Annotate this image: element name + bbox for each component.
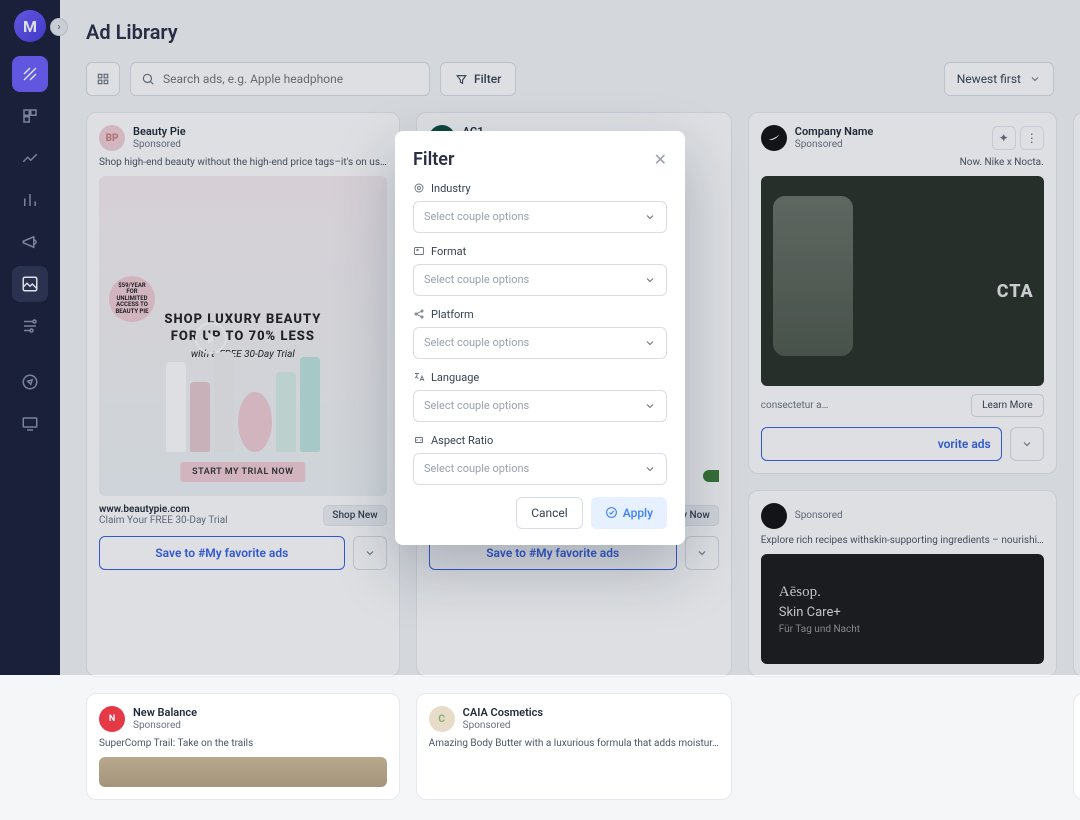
field-label: Platform: [413, 308, 667, 321]
brand-avatar: C: [429, 706, 455, 732]
apply-button[interactable]: Apply: [591, 497, 667, 529]
target-icon: [413, 182, 425, 194]
language-icon: [413, 371, 425, 383]
ad-creative[interactable]: [99, 757, 387, 787]
ad-caption: Amazing Body Butter with a luxurious for…: [429, 738, 719, 749]
ad-card: C Cartier Sponsored At Cartier, everythi…: [1073, 693, 1080, 800]
platform-select[interactable]: Select couple options: [413, 327, 667, 359]
field-label: Format: [413, 245, 667, 258]
aspect-icon: [413, 434, 425, 446]
modal-title: Filter: [413, 149, 454, 170]
field-label: Industry: [413, 182, 667, 195]
brand-name: New Balance: [133, 706, 197, 719]
share-icon: [413, 308, 425, 320]
sponsored-label: Sponsored: [463, 720, 543, 732]
check-circle-icon: [605, 506, 618, 519]
close-button[interactable]: ✕: [654, 150, 667, 169]
aspect-select[interactable]: Select couple options: [413, 453, 667, 485]
language-select[interactable]: Select couple options: [413, 390, 667, 422]
brand-avatar: N: [99, 706, 125, 732]
ad-caption: SuperComp Trail: Take on the trails: [99, 738, 387, 749]
ad-card: C CAIA Cosmetics Sponsored Amazing Body …: [416, 693, 732, 800]
cancel-button[interactable]: Cancel: [516, 497, 583, 529]
chevron-down-icon: [644, 274, 656, 286]
field-label: Language: [413, 371, 667, 384]
ad-card: N New Balance Sponsored SuperComp Trail:…: [86, 693, 400, 800]
filter-modal: Filter ✕ Industry Select couple options …: [395, 131, 685, 545]
brand-name: CAIA Cosmetics: [463, 706, 543, 719]
chevron-down-icon: [644, 211, 656, 223]
format-select[interactable]: Select couple options: [413, 264, 667, 296]
chevron-down-icon: [644, 337, 656, 349]
industry-select[interactable]: Select couple options: [413, 201, 667, 233]
chevron-down-icon: [644, 463, 656, 475]
sponsored-label: Sponsored: [133, 720, 197, 732]
field-label: Aspect Ratio: [413, 434, 667, 447]
chevron-down-icon: [644, 400, 656, 412]
image-icon: [413, 245, 425, 257]
